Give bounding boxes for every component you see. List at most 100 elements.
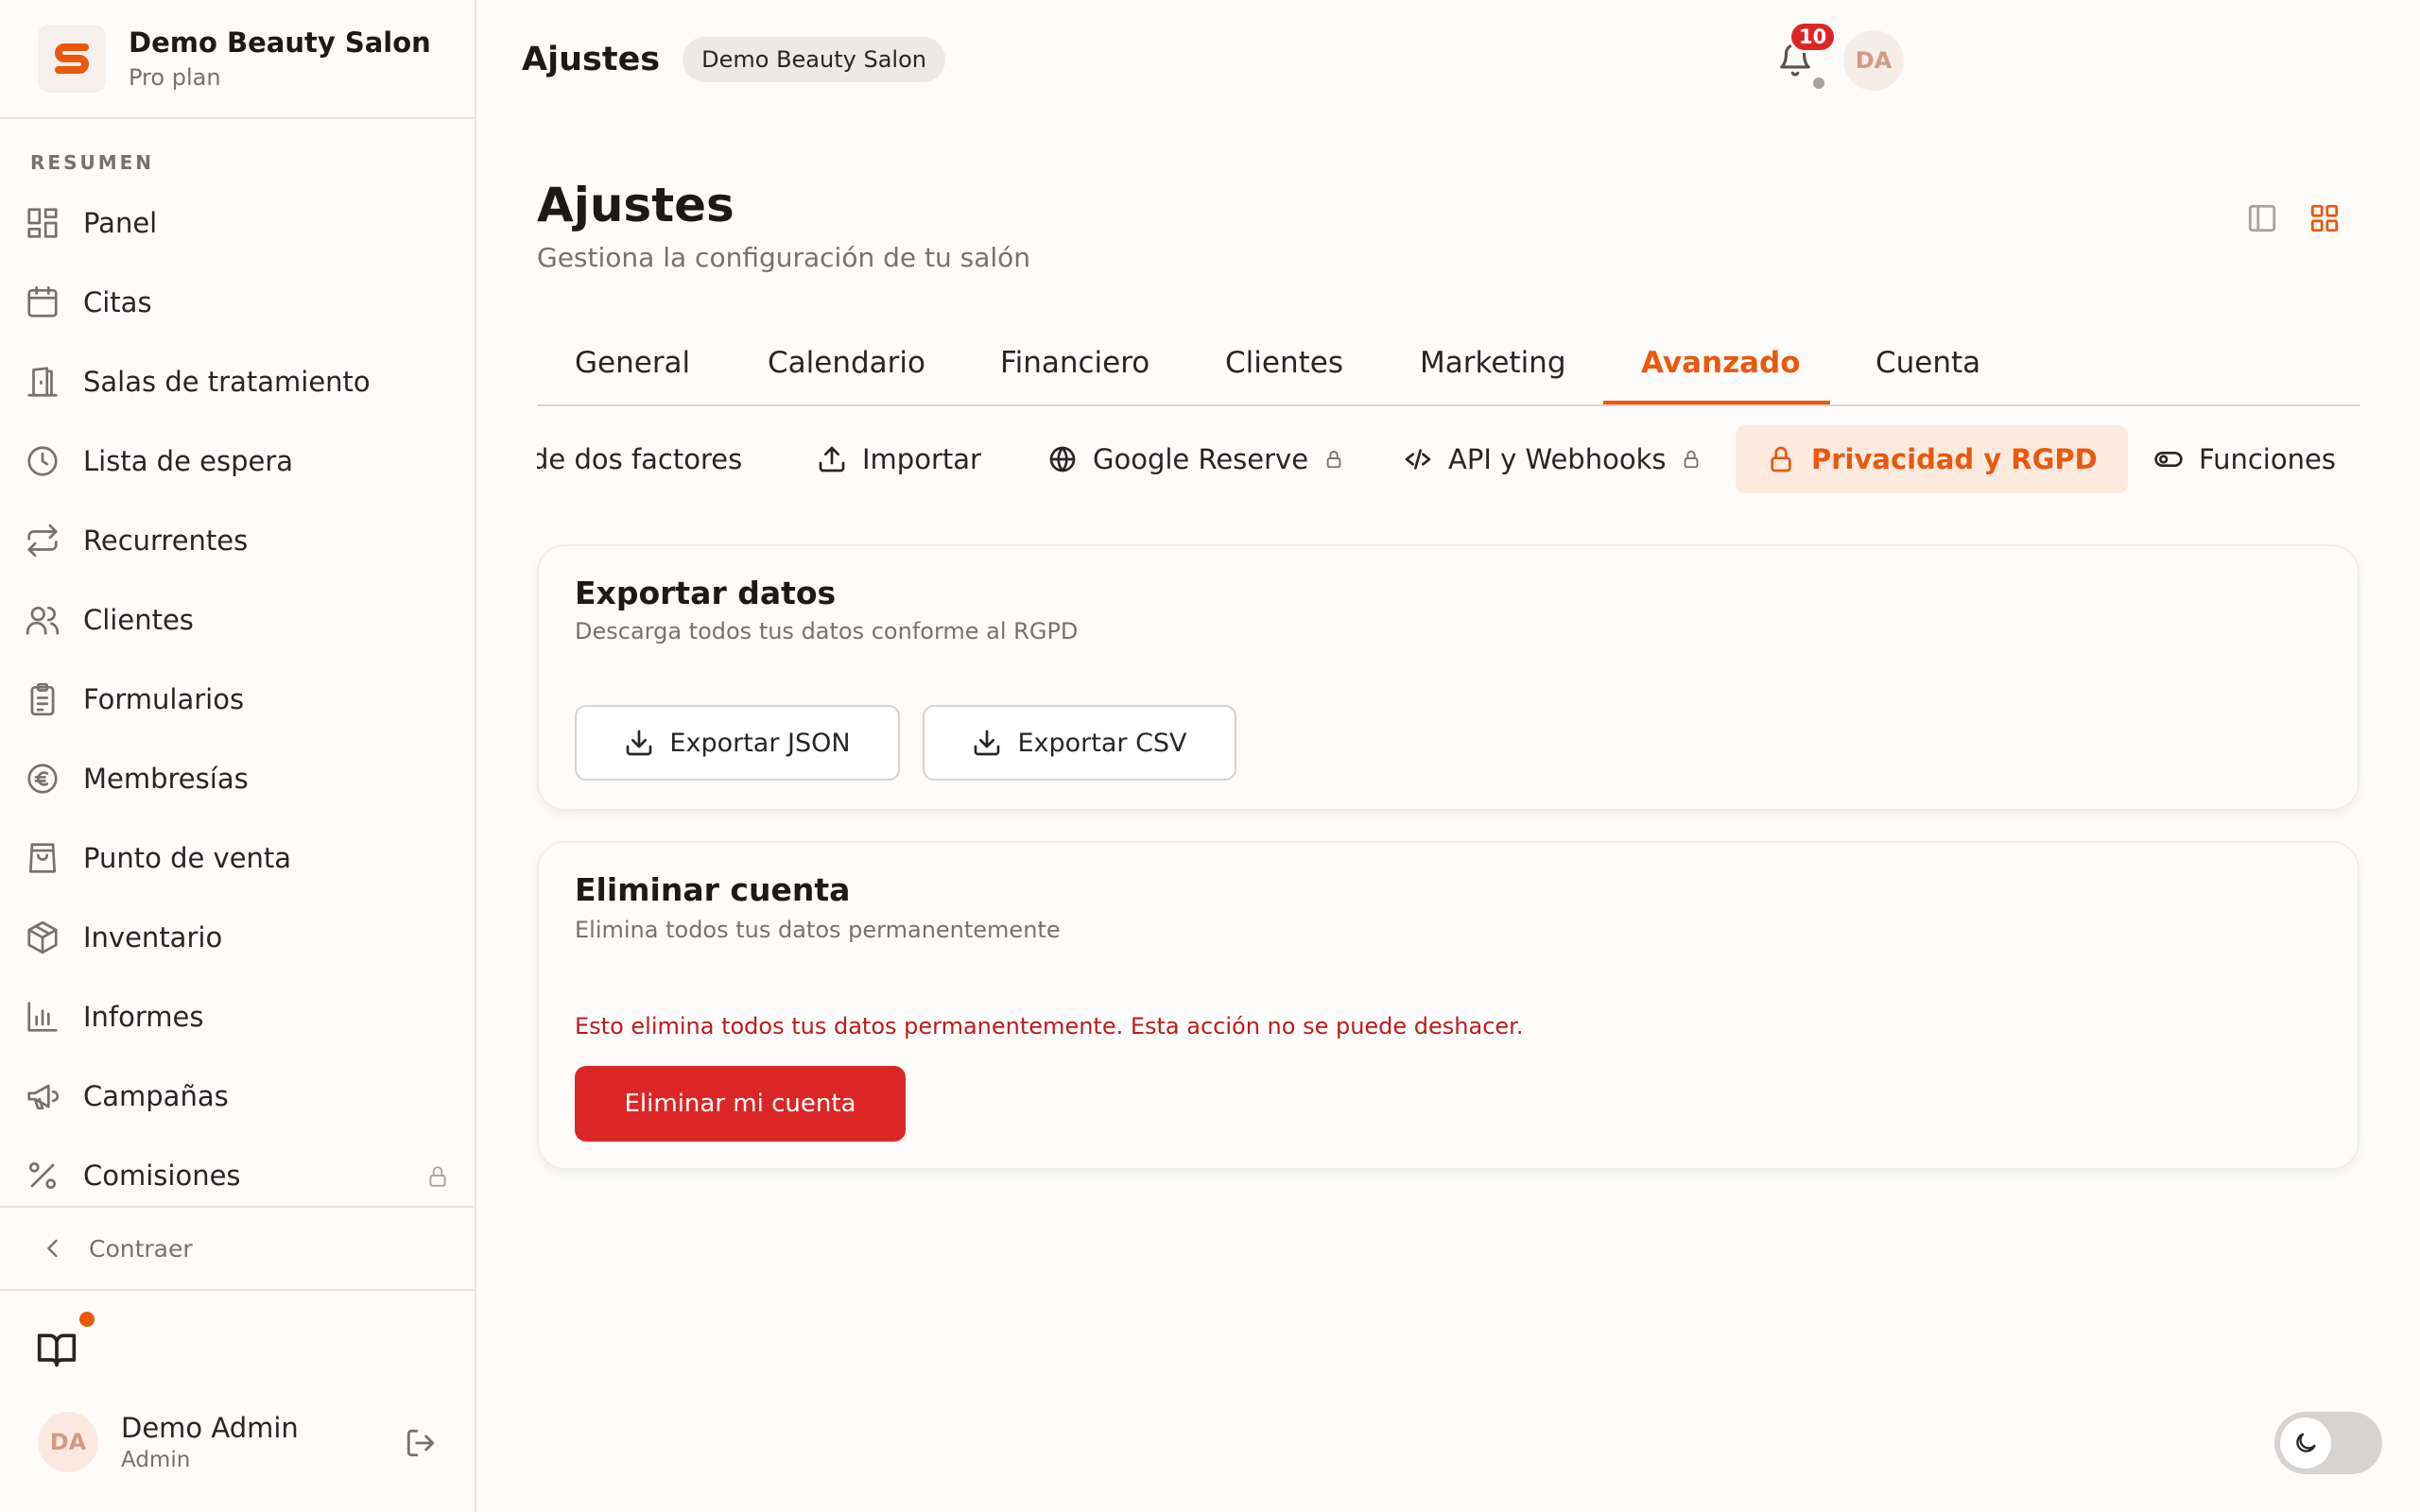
- panel-layout-icon: [2248, 204, 2276, 232]
- sidebar: Demo Beauty Salon Pro plan RESUMEN Panel…: [0, 0, 476, 1512]
- clipboard-icon: [30, 682, 55, 716]
- download-icon: [975, 730, 1000, 756]
- lock-icon: [425, 1164, 450, 1193]
- subtab-api-webhooks[interactable]: API y Webhooks: [1403, 425, 1702, 493]
- header-title: Ajustes: [522, 41, 661, 78]
- sidebar-item-label: Membresías: [83, 763, 249, 795]
- repeat-icon: [27, 524, 58, 558]
- tab-clientes[interactable]: Clientes: [1225, 346, 1343, 380]
- sidebar-item-label: Citas: [83, 286, 152, 318]
- user-profile[interactable]: DA Demo Admin Admin: [38, 1412, 299, 1472]
- sidebar-item-label: Punto de venta: [83, 842, 292, 874]
- logout-icon: [406, 1429, 435, 1457]
- door-icon: [27, 367, 58, 397]
- package-icon: [27, 920, 58, 954]
- settings-tabs: General Calendario Financiero Clientes M…: [537, 331, 2360, 406]
- subtab-two-factor[interactable]: de dos factores: [537, 425, 742, 493]
- sidebar-item-label: Clientes: [83, 604, 194, 636]
- sidebar-item-lista-espera[interactable]: Lista de espera: [0, 421, 475, 501]
- sidebar-layout-button[interactable]: [2246, 202, 2278, 238]
- export-json-button[interactable]: Exportar JSON: [575, 705, 900, 781]
- lock-icon: [1685, 450, 1699, 469]
- tab-general[interactable]: General: [575, 346, 690, 380]
- sidebar-item-salas[interactable]: Salas de tratamiento: [0, 342, 475, 421]
- theme-toggle[interactable]: [2274, 1412, 2382, 1474]
- tab-cuenta[interactable]: Cuenta: [1876, 346, 1980, 380]
- delete-account-button[interactable]: Eliminar mi cuenta: [575, 1066, 906, 1142]
- lock-icon: [1771, 446, 1791, 472]
- subtab-label: API y Webhooks: [1448, 443, 1667, 475]
- sidebar-item-punto-venta[interactable]: Punto de venta: [0, 818, 475, 898]
- shopping-bag-icon: [28, 843, 57, 873]
- sidebar-item-clientes[interactable]: Clientes: [0, 580, 475, 660]
- subtab-label: Funciones: [2199, 443, 2336, 475]
- grid-layout-button[interactable]: [2308, 202, 2341, 238]
- brand-name: Demo Beauty Salon: [129, 26, 431, 59]
- notification-count-badge: 10: [1789, 21, 1838, 53]
- chevron-left-icon: [47, 1239, 58, 1258]
- globe-icon: [1049, 446, 1076, 472]
- collapse-sidebar-button[interactable]: Contraer: [0, 1206, 475, 1291]
- sidebar-item-comisiones[interactable]: Comisiones: [0, 1136, 475, 1215]
- users-icon: [26, 606, 60, 635]
- grid-icon: [27, 208, 58, 238]
- docs-button[interactable]: [36, 1329, 78, 1370]
- subtab-importar[interactable]: Importar: [817, 425, 981, 493]
- megaphone-icon: [27, 1084, 60, 1110]
- tab-marketing[interactable]: Marketing: [1420, 346, 1566, 380]
- tab-calendario[interactable]: Calendario: [768, 346, 925, 380]
- top-bar: Ajustes Demo Beauty Salon: [476, 0, 2420, 119]
- brand-logo: [38, 25, 106, 93]
- card-subtitle: Descarga todos tus datos conforme al RGP…: [575, 618, 1079, 644]
- percent-icon: [28, 1161, 57, 1190]
- collapse-label: Contraer: [89, 1234, 193, 1263]
- sidebar-item-label: Comisiones: [83, 1160, 241, 1192]
- subtab-label: Google Reserve: [1093, 443, 1309, 475]
- sidebar-item-citas[interactable]: Citas: [0, 263, 475, 342]
- tab-avanzado[interactable]: Avanzado: [1641, 346, 1801, 380]
- clock-icon: [27, 446, 58, 476]
- subtab-label: Importar: [862, 443, 981, 475]
- sidebar-item-campanas[interactable]: Campañas: [0, 1057, 475, 1136]
- brand-header[interactable]: Demo Beauty Salon Pro plan: [0, 0, 475, 119]
- subtab-funciones[interactable]: Funciones: [2153, 425, 2336, 493]
- moon-icon: [2296, 1433, 2316, 1452]
- sidebar-item-formularios[interactable]: Formularios: [0, 660, 475, 739]
- sidebar-item-label: Recurrentes: [83, 524, 249, 557]
- card-subtitle: Elimina todos tus datos permanentemente: [575, 917, 1061, 943]
- download-icon: [627, 730, 652, 756]
- docs-notification-dot: [79, 1312, 95, 1327]
- sidebar-item-recurrentes[interactable]: Recurrentes: [0, 501, 475, 580]
- brand-plan: Pro plan: [129, 64, 221, 91]
- calendar-icon: [27, 285, 58, 318]
- subtab-label: Privacidad y RGPD: [1811, 443, 2098, 475]
- subtab-label: de dos factores: [537, 443, 743, 475]
- sidebar-item-label: Inventario: [83, 921, 223, 954]
- export-csv-button[interactable]: Exportar CSV: [923, 705, 1236, 781]
- sidebar-item-panel[interactable]: Panel: [0, 183, 475, 263]
- tab-financiero[interactable]: Financiero: [1000, 346, 1150, 380]
- logo-s-icon: [55, 43, 89, 74]
- theme-toggle-knob: [2280, 1418, 2331, 1469]
- sidebar-item-label: Panel: [83, 207, 158, 239]
- active-tab-indicator: [1603, 401, 1830, 404]
- header-avatar[interactable]: DA: [1843, 30, 1904, 91]
- card-title: Exportar datos: [575, 575, 837, 611]
- subtab-privacidad-rgpd[interactable]: Privacidad y RGPD: [1736, 425, 2128, 493]
- delete-account-card: Eliminar cuenta Elimina todos tus datos …: [537, 841, 2360, 1170]
- export-data-card: Exportar datos Descarga todos tus datos …: [537, 544, 2360, 811]
- toggle-icon: [2154, 452, 2183, 467]
- sidebar-item-label: Lista de espera: [83, 445, 294, 477]
- user-role: Admin: [121, 1448, 191, 1472]
- subtab-google-reserve[interactable]: Google Reserve: [1047, 425, 1344, 493]
- euro-icon: [27, 764, 58, 794]
- advanced-subtabs: de dos factores Importar Google Reserve …: [537, 423, 2360, 495]
- upload-icon: [819, 446, 845, 472]
- sidebar-item-membresias[interactable]: Membresías: [0, 739, 475, 818]
- nav-section-label: RESUMEN: [30, 151, 155, 174]
- sidebar-item-informes[interactable]: Informes: [0, 977, 475, 1057]
- logout-button[interactable]: [405, 1427, 437, 1463]
- book-open-icon: [37, 1333, 77, 1367]
- sidebar-item-inventario[interactable]: Inventario: [0, 898, 475, 977]
- card-title: Eliminar cuenta: [575, 871, 851, 908]
